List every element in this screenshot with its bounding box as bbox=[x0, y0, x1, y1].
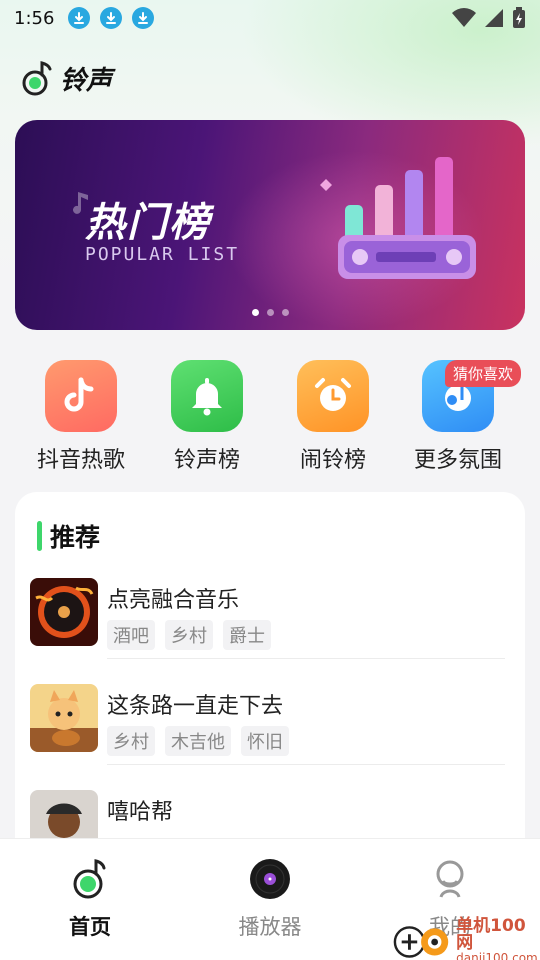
status-time: 1:56 bbox=[14, 7, 55, 29]
category-ringtone-chart[interactable]: 铃声榜 bbox=[152, 360, 262, 474]
song-title: 这条路一直走下去 bbox=[107, 694, 284, 719]
wifi-icon bbox=[452, 8, 476, 27]
divider bbox=[107, 658, 505, 659]
song-tag: 乡村 bbox=[165, 620, 213, 650]
song-tag: 酒吧 bbox=[107, 620, 155, 650]
song-tags: 酒吧 乡村 爵士 bbox=[107, 620, 271, 650]
profile-icon bbox=[390, 857, 510, 901]
banner-title: 热门榜 bbox=[85, 200, 211, 246]
song-item[interactable]: 点亮融合音乐 酒吧 乡村 爵士 bbox=[30, 578, 510, 658]
tab-home[interactable]: 首页 bbox=[30, 857, 150, 941]
radio-equalizer-illustration bbox=[320, 157, 476, 279]
song-cover bbox=[30, 684, 98, 752]
app-logo-icon bbox=[22, 60, 52, 95]
status-bar: 1:56 bbox=[0, 0, 540, 36]
vinyl-icon bbox=[210, 857, 330, 901]
pagination-dot[interactable] bbox=[266, 309, 274, 316]
watermark: 单机100网 danji100.com bbox=[392, 918, 540, 960]
guess-you-like-badge: 猜你喜欢 bbox=[445, 360, 522, 387]
song-tag: 怀旧 bbox=[241, 726, 289, 756]
home-note-icon bbox=[30, 857, 150, 901]
divider bbox=[107, 764, 505, 765]
download-icon bbox=[68, 7, 91, 29]
download-icon bbox=[132, 7, 155, 29]
section-accent-bar bbox=[37, 521, 42, 551]
pagination-dot[interactable] bbox=[251, 309, 259, 316]
download-icon bbox=[100, 7, 123, 29]
tiktok-icon bbox=[45, 360, 117, 432]
watermark-url: danji100.com bbox=[456, 951, 538, 960]
pagination-dot[interactable] bbox=[281, 309, 289, 316]
song-title: 嘻哈帮 bbox=[107, 800, 174, 825]
category-tiktok-hits[interactable]: 抖音热歌 bbox=[26, 360, 136, 474]
watermark-logo bbox=[393, 926, 449, 958]
tab-player[interactable]: 播放器 bbox=[210, 857, 330, 941]
category-label: 更多氛围 bbox=[413, 448, 502, 473]
banner-pagination bbox=[15, 309, 525, 316]
section-header: 推荐 bbox=[37, 518, 100, 554]
category-label: 抖音热歌 bbox=[36, 448, 125, 473]
song-cover bbox=[30, 578, 98, 646]
tab-label: 首页 bbox=[69, 915, 111, 939]
song-tag: 乡村 bbox=[107, 726, 155, 756]
song-title: 点亮融合音乐 bbox=[107, 588, 240, 613]
section-title: 推荐 bbox=[50, 523, 101, 552]
battery-icon bbox=[513, 7, 525, 28]
category-label: 闹铃榜 bbox=[299, 448, 366, 473]
song-item[interactable]: 这条路一直走下去 乡村 木吉他 怀旧 bbox=[30, 684, 510, 764]
tab-label: 播放器 bbox=[238, 915, 302, 939]
category-label: 铃声榜 bbox=[173, 448, 240, 473]
app-brand: 铃声 bbox=[22, 60, 112, 97]
alarm-clock-icon bbox=[297, 360, 369, 432]
watermark-name: 单机100网 bbox=[456, 916, 526, 953]
app-title: 铃声 bbox=[60, 66, 113, 96]
song-tag: 木吉他 bbox=[165, 726, 231, 756]
song-tags: 乡村 木吉他 怀旧 bbox=[107, 726, 289, 756]
category-alarm-chart[interactable]: 闹铃榜 bbox=[278, 360, 388, 474]
hot-list-banner[interactable]: 热门榜 POPULAR LIST bbox=[15, 120, 525, 330]
recommend-card: 推荐 点亮融合音乐 酒吧 乡村 爵士 这条路一直走下去 乡村 木吉他 怀旧 嘻哈… bbox=[15, 492, 525, 892]
signal-icon bbox=[485, 9, 503, 27]
bell-icon bbox=[171, 360, 243, 432]
song-tag: 爵士 bbox=[223, 620, 271, 650]
banner-subtitle: POPULAR LIST bbox=[85, 244, 240, 265]
